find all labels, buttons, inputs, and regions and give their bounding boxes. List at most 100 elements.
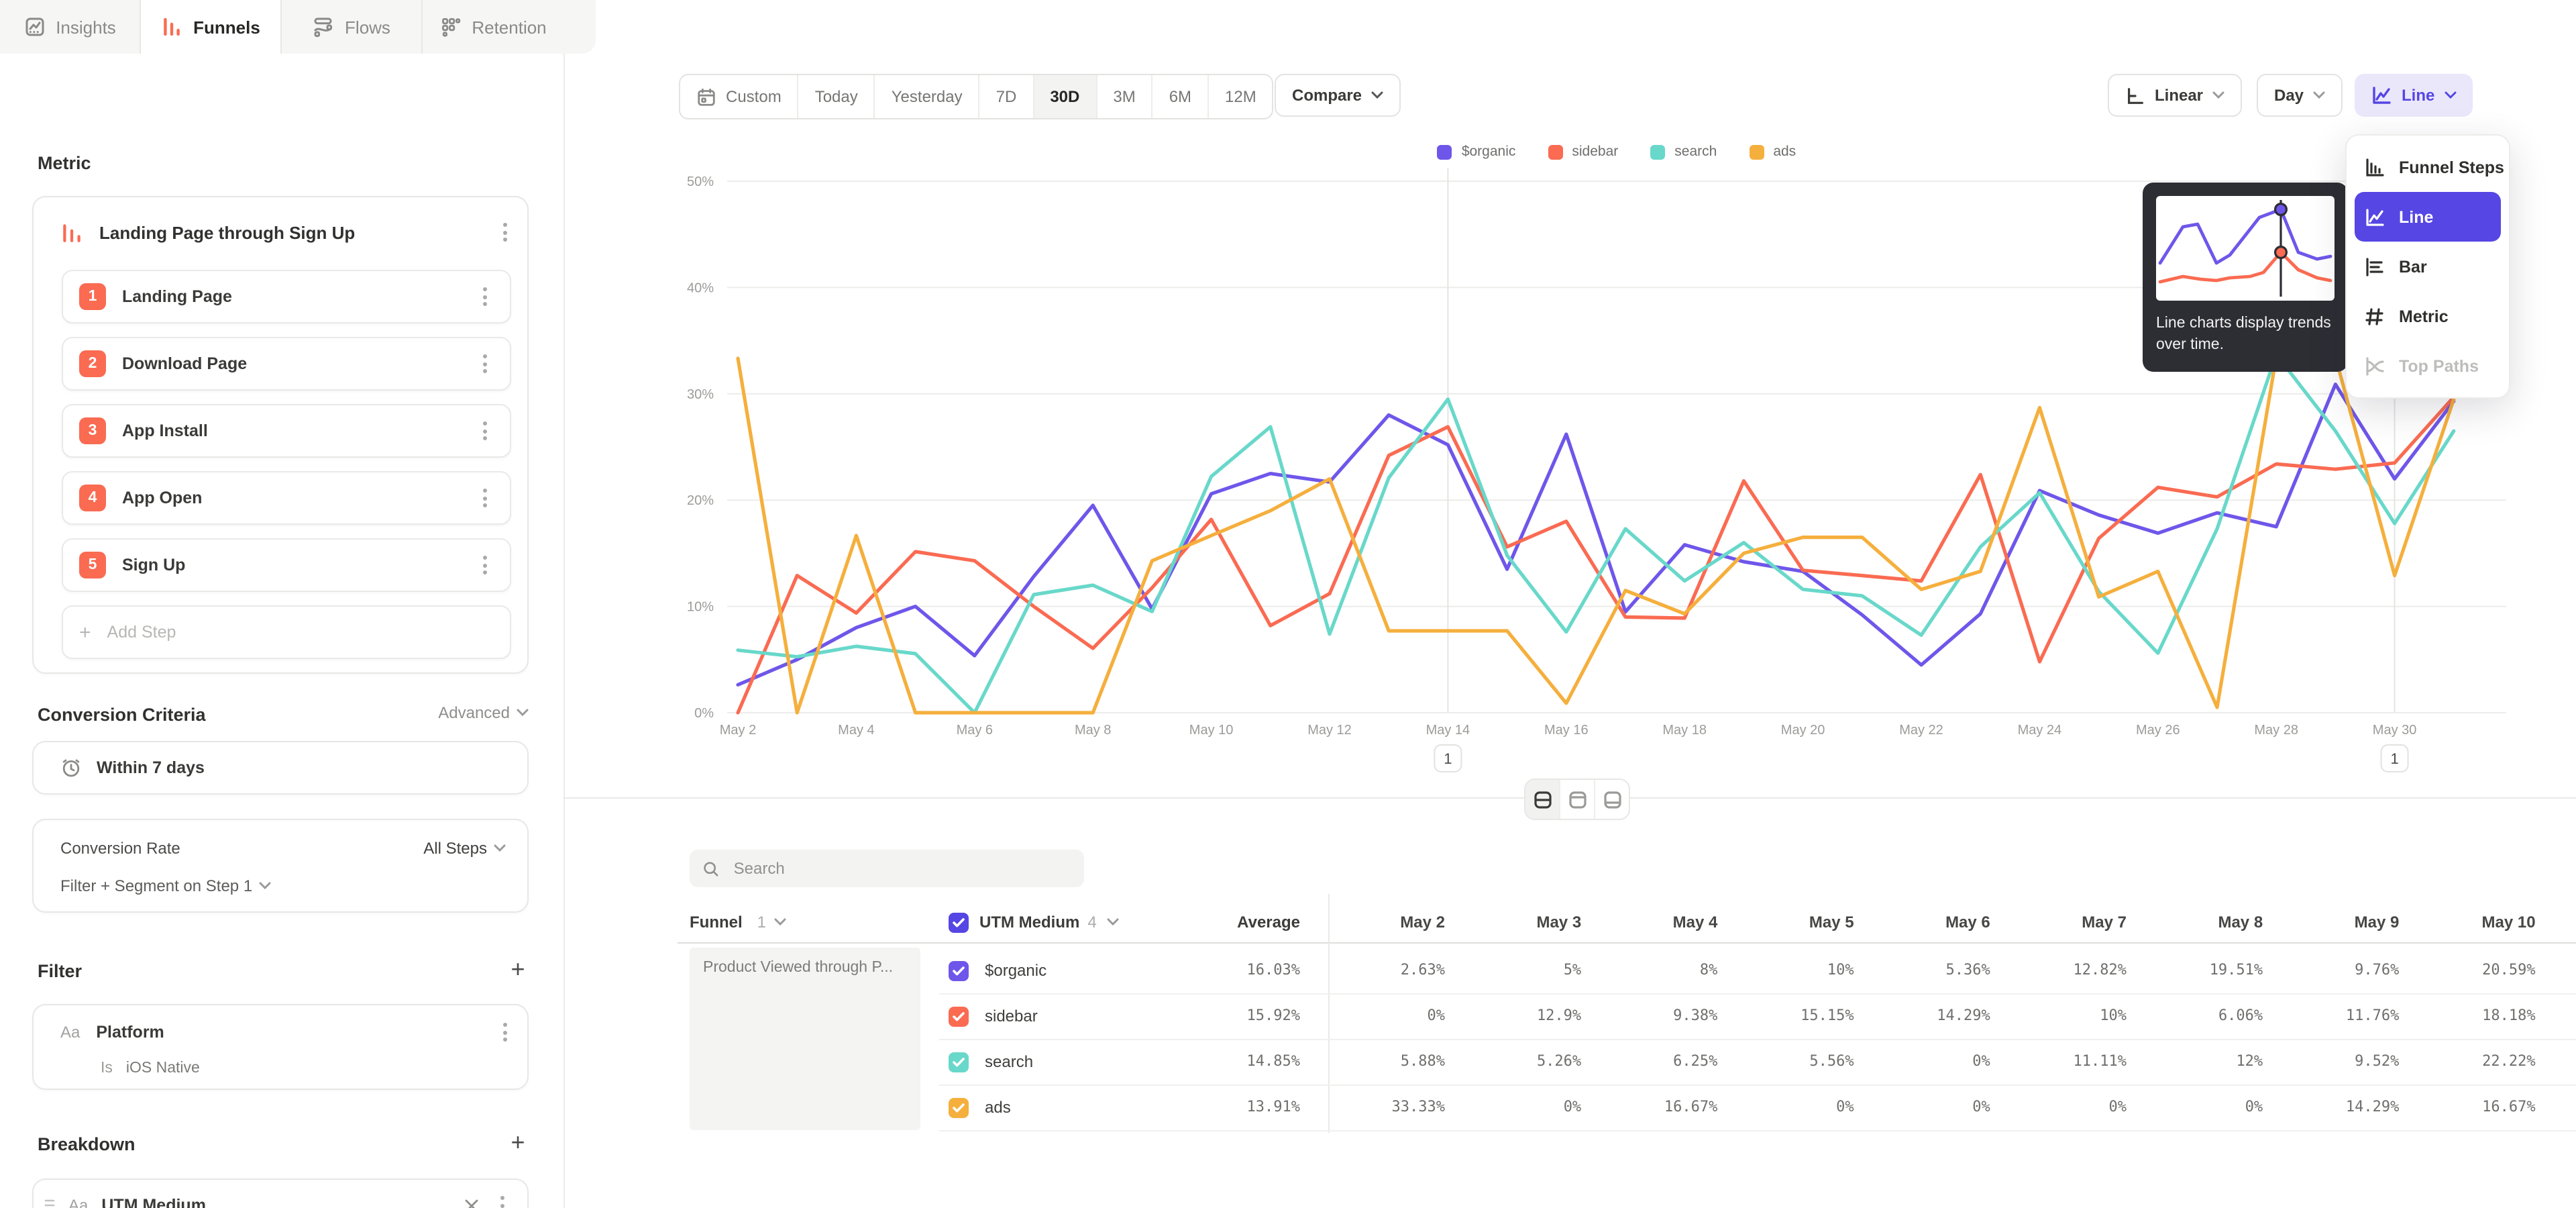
funnel-title-row[interactable]: Landing Page through Sign Up bbox=[60, 216, 514, 248]
step-number-badge: 2 bbox=[79, 350, 106, 377]
kebab-menu-icon[interactable] bbox=[495, 221, 514, 243]
kebab-menu-icon[interactable] bbox=[475, 487, 494, 509]
line-chart-preview bbox=[2156, 196, 2334, 301]
funnel-step-5[interactable]: 5 Sign Up bbox=[62, 538, 511, 592]
svg-text:50%: 50% bbox=[687, 174, 714, 189]
range-3m[interactable]: 3M bbox=[1097, 75, 1152, 118]
chart-view-toggle[interactable] bbox=[1560, 780, 1595, 819]
range-7d[interactable]: 7D bbox=[980, 75, 1034, 118]
funnel-step-1[interactable]: 1 Landing Page bbox=[62, 270, 511, 323]
day-value: 5.26% bbox=[1434, 1039, 1581, 1085]
compare-button[interactable]: Compare bbox=[1275, 74, 1401, 117]
average-value: 16.03% bbox=[1152, 948, 1300, 993]
tab-retention[interactable]: Retention bbox=[423, 0, 564, 54]
remove-breakdown-icon[interactable] bbox=[464, 1198, 479, 1208]
filter-segment-dropdown[interactable]: Filter + Segment on Step 1 bbox=[60, 871, 271, 901]
breakdown-card[interactable]: Aa UTM Medium bbox=[32, 1178, 529, 1208]
add-filter-button[interactable]: + bbox=[507, 960, 529, 981]
breakdown-column-header[interactable]: UTM Medium 4 bbox=[949, 902, 1120, 942]
tab-label: Insights bbox=[56, 17, 116, 37]
day-value: 11.76% bbox=[2251, 993, 2399, 1039]
menu-item-line[interactable]: Line bbox=[2355, 192, 2501, 242]
kebab-menu-icon[interactable] bbox=[492, 1195, 511, 1208]
interval-dropdown[interactable]: Day bbox=[2257, 74, 2343, 117]
svg-text:May 2: May 2 bbox=[720, 723, 756, 738]
day-value: 33.33% bbox=[1297, 1085, 1445, 1130]
table-row[interactable]: sidebar15.92%0%12.9%9.38%15.15%14.29%10%… bbox=[939, 993, 2576, 1040]
step-label: App Install bbox=[122, 421, 459, 440]
range-today[interactable]: Today bbox=[799, 75, 875, 118]
range-30d[interactable]: 30D bbox=[1034, 75, 1097, 118]
day-value: 0% bbox=[2115, 1085, 2263, 1130]
svg-text:1: 1 bbox=[2390, 750, 2398, 767]
filter-card[interactable]: Aa Platform Is iOS Native bbox=[32, 1004, 529, 1090]
tab-insights[interactable]: Insights bbox=[0, 0, 141, 54]
range-custom[interactable]: Custom bbox=[680, 75, 799, 118]
chart-type-dropdown[interactable]: Line bbox=[2355, 74, 2472, 117]
menu-item-top-paths[interactable]: Top Paths bbox=[2347, 341, 2509, 391]
day-value: 15.15% bbox=[1707, 993, 1854, 1039]
day-value: 10% bbox=[1707, 948, 1854, 993]
menu-item-funnel-steps[interactable]: Funnel Steps bbox=[2347, 142, 2509, 192]
day-value: 9.38% bbox=[1570, 993, 1717, 1039]
kebab-menu-icon[interactable] bbox=[475, 554, 494, 576]
tab-funnels[interactable]: Funnels bbox=[141, 0, 282, 54]
range-6m[interactable]: 6M bbox=[1153, 75, 1209, 118]
range-label: 7D bbox=[996, 87, 1017, 106]
scale-dropdown[interactable]: Linear bbox=[2108, 74, 2242, 117]
funnel-col-count: 1 bbox=[757, 913, 766, 932]
day-column-header: May 5 bbox=[1707, 902, 1854, 942]
series-checkbox[interactable] bbox=[949, 1097, 969, 1117]
advanced-dropdown[interactable]: Advanced bbox=[438, 703, 529, 722]
step-label: Sign Up bbox=[122, 556, 459, 574]
kebab-menu-icon[interactable] bbox=[495, 1021, 514, 1043]
chevron-down-icon bbox=[2313, 91, 2325, 99]
breakdown-col-count: 4 bbox=[1087, 913, 1096, 932]
conversion-window-card[interactable]: Within 7 days bbox=[32, 741, 529, 795]
range-12m[interactable]: 12M bbox=[1209, 75, 1273, 118]
funnel-step-3[interactable]: 3 App Install bbox=[62, 404, 511, 458]
funnel-step-4[interactable]: 4 App Open bbox=[62, 471, 511, 525]
day-value: 22.22% bbox=[2388, 1039, 2536, 1085]
all-steps-dropdown[interactable]: All Steps bbox=[423, 839, 506, 858]
menu-item-label: Metric bbox=[2399, 307, 2449, 325]
chevron-down-icon bbox=[259, 882, 271, 890]
add-breakdown-button[interactable]: + bbox=[507, 1133, 529, 1154]
kebab-menu-icon[interactable] bbox=[475, 286, 494, 307]
svg-text:May 14: May 14 bbox=[1426, 723, 1470, 738]
filter-value: iOS Native bbox=[126, 1060, 200, 1076]
chevron-down-icon bbox=[1371, 91, 1383, 99]
day-value: 5.88% bbox=[1297, 1039, 1445, 1085]
split-view-toggle[interactable] bbox=[1525, 780, 1560, 819]
add-step-label: Add Step bbox=[107, 623, 494, 642]
tab-label: Flows bbox=[345, 17, 390, 37]
drag-handle-icon[interactable] bbox=[44, 1199, 55, 1208]
range-label: 3M bbox=[1113, 87, 1135, 106]
funnel-column-header[interactable]: Funnel 1 bbox=[690, 902, 786, 942]
step-label: App Open bbox=[122, 489, 459, 507]
menu-item-bar[interactable]: Bar bbox=[2347, 242, 2509, 291]
funnel-name-cell[interactable]: Product Viewed through P... bbox=[690, 948, 920, 1130]
series-checkbox[interactable] bbox=[949, 1006, 969, 1026]
range-yesterday[interactable]: Yesterday bbox=[875, 75, 980, 118]
funnel-step-2[interactable]: 2 Download Page bbox=[62, 337, 511, 391]
table-row[interactable]: search14.85%5.88%5.26%6.25%5.56%0%11.11%… bbox=[939, 1039, 2576, 1086]
search-input[interactable] bbox=[731, 858, 1071, 879]
table-view-toggle[interactable] bbox=[1595, 780, 1629, 819]
menu-item-metric[interactable]: Metric bbox=[2347, 291, 2509, 341]
menu-item-label: Funnel Steps bbox=[2399, 158, 2504, 177]
tab-flows[interactable]: Flows bbox=[282, 0, 423, 54]
select-all-checkbox[interactable] bbox=[949, 912, 969, 932]
kebab-menu-icon[interactable] bbox=[475, 420, 494, 442]
check-icon bbox=[953, 917, 965, 927]
tab-label: Funnels bbox=[193, 17, 260, 37]
add-step-button[interactable]: + Add Step bbox=[62, 605, 511, 659]
table-row[interactable]: ads13.91%33.33%0%16.67%0%0%0%0%14.29%16.… bbox=[939, 1085, 2576, 1131]
table-row[interactable]: $organic16.03%2.63%5%8%10%5.36%12.82%19.… bbox=[939, 948, 2576, 995]
kebab-menu-icon[interactable] bbox=[475, 353, 494, 374]
range-label: Yesterday bbox=[892, 87, 963, 106]
scale-label: Linear bbox=[2155, 86, 2203, 105]
series-checkbox[interactable] bbox=[949, 1052, 969, 1072]
series-checkbox[interactable] bbox=[949, 960, 969, 980]
table-search[interactable] bbox=[690, 850, 1084, 887]
